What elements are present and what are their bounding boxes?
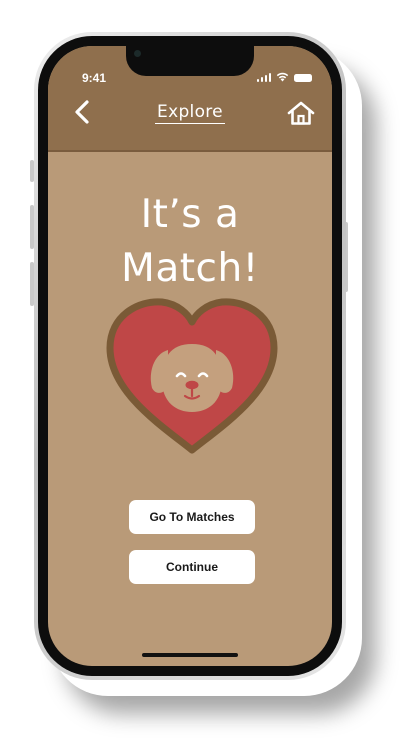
camera-dot (134, 50, 141, 57)
home-indicator[interactable] (142, 653, 238, 657)
app-screen: 9:41 Explore It’s a Match! Go To Matches… (48, 46, 332, 666)
go-to-matches-button[interactable]: Go To Matches (129, 500, 255, 534)
phone-frame: 9:41 Explore It’s a Match! Go To Matches… (34, 32, 346, 680)
home-icon[interactable] (286, 100, 316, 126)
heart-dog-icon (106, 298, 278, 454)
device-stage: 9:41 Explore It’s a Match! Go To Matches… (0, 0, 412, 739)
nav-title-text: Explore (155, 102, 225, 124)
notch (126, 46, 254, 76)
phone-bezel: 9:41 Explore It’s a Match! Go To Matches… (38, 36, 342, 676)
continue-button[interactable]: Continue (129, 550, 255, 584)
status-time: 9:41 (82, 71, 107, 85)
header-divider (48, 150, 332, 152)
status-icons (256, 72, 312, 82)
battery-icon (294, 74, 312, 82)
wifi-icon (276, 72, 289, 82)
signal-icon (256, 73, 271, 82)
match-title: It’s a Match! (121, 192, 259, 291)
